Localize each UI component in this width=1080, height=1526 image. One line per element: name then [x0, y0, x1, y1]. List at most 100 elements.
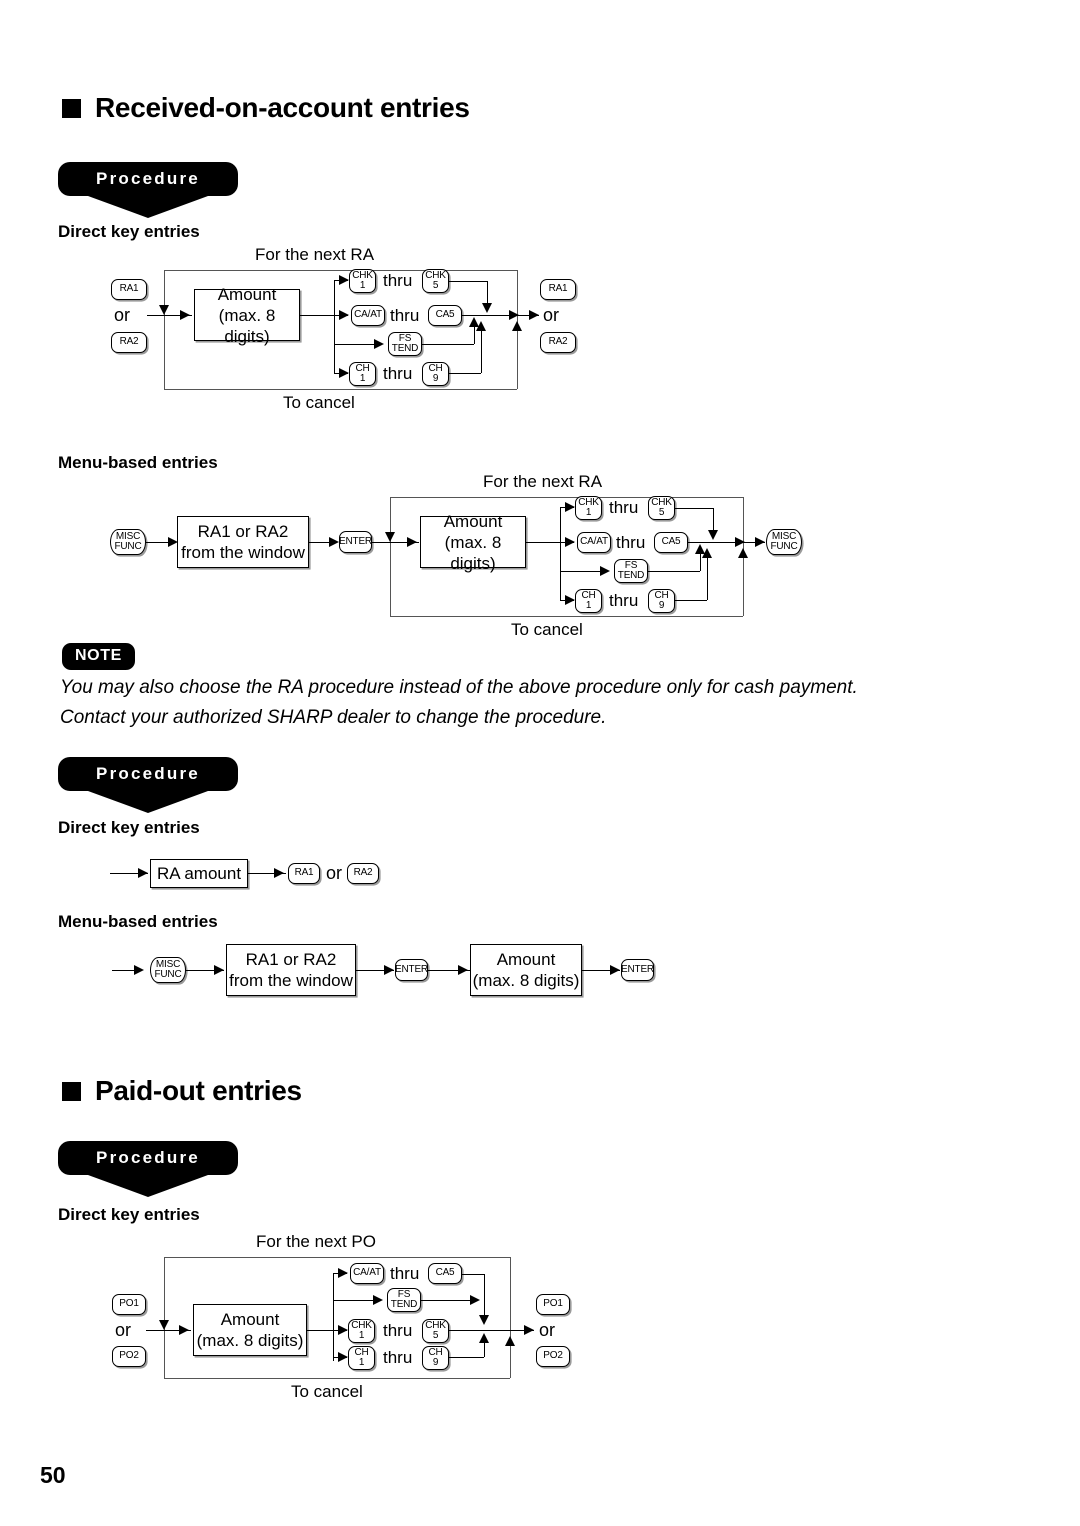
- key-po1-right: PO1: [536, 1294, 570, 1315]
- section-heading-paid-out: Paid-out entries: [62, 1075, 302, 1107]
- key-chk5-d1: CHK 5: [422, 269, 449, 293]
- procedure-badge-label-3: Procedure: [58, 1141, 238, 1175]
- key-po2-right: PO2: [536, 1346, 570, 1367]
- diagram5-row4-arrow-up: [478, 1333, 489, 1343]
- diagram4-arrow-4: [610, 964, 620, 975]
- diagram2-merge-arrow-up: [737, 548, 748, 558]
- diagram5-row4-arrowhead: [338, 1351, 348, 1362]
- key-ch9-d5: CH 9: [422, 1346, 449, 1370]
- diagram5-thru-row4: thru: [383, 1348, 413, 1367]
- diagram2-loop-top-label: For the next RA: [483, 472, 603, 491]
- note-text-line2: Contact your authorized SHARP dealer to …: [60, 707, 607, 728]
- subheading-direct-key-entries-1: Direct key entries: [58, 222, 200, 241]
- diagram-ra-menu-simple: MISC FUNC RA1 or RA2 from the window ENT…: [0, 940, 1080, 1010]
- procedure-badge-label-2: Procedure: [58, 757, 238, 791]
- diagram2-thru-row4: thru: [609, 591, 639, 610]
- diagram5-loop-top-label: For the next PO: [256, 1232, 376, 1251]
- diagram5-or-left: or: [115, 1320, 132, 1340]
- diagram4-arrow-3: [458, 964, 468, 975]
- diagram1-row1-out: [449, 281, 487, 282]
- diagram5-loop-top-line: [164, 1257, 510, 1258]
- diagram1-thru-row1: thru: [383, 271, 413, 290]
- diagram4-in-arrowhead: [134, 964, 144, 975]
- procedure-badge-tail: [88, 196, 208, 218]
- key-misc-func-right-d2: MISC FUNC: [766, 529, 802, 555]
- key-caat-d2: CA/AT: [577, 532, 611, 553]
- diagram2-row3-out: [648, 571, 700, 572]
- diagram4-arrow-2: [384, 964, 394, 975]
- diagram1-exit-arrowhead: [529, 309, 539, 320]
- key-ca5-d1: CA5: [428, 305, 462, 326]
- key-chk1-d5: CHK 1: [348, 1319, 375, 1343]
- key-misc-func-d4: MISC FUNC: [150, 957, 186, 983]
- diagram5-loop-bottom-line: [164, 1378, 510, 1379]
- diagram1-row3-arrowhead: [374, 338, 384, 349]
- diagram2-thru-row2: thru: [616, 533, 646, 552]
- key-ch1-d1: CH 1: [349, 362, 376, 386]
- key-ra2-d3: RA2: [347, 863, 379, 884]
- procedure-badge-2: Procedure: [58, 757, 238, 813]
- diagram5-thru-row3: thru: [383, 1321, 413, 1340]
- diagram2-row1-out: [675, 508, 713, 509]
- subheading-direct-key-entries-3: Direct key entries: [58, 1205, 200, 1224]
- subheading-direct-key-entries-2: Direct key entries: [58, 818, 200, 837]
- key-fs-tend-d5: FS TEND: [387, 1288, 421, 1312]
- diagram2-fanout-up: [560, 507, 561, 542]
- diagram1-loop-bottom-line: [164, 389, 517, 390]
- key-ch1-d2: CH 1: [575, 589, 602, 613]
- section-heading-received-on-account: Received-on-account entries: [62, 92, 470, 124]
- key-caat-d5: CA/AT: [350, 1263, 384, 1284]
- square-bullet-icon-2: [62, 1081, 81, 1101]
- key-misc-func-left-d2: MISC FUNC: [110, 529, 146, 555]
- key-caat-d1: CA/AT: [351, 305, 385, 326]
- diagram5-row3-out: [449, 1330, 510, 1331]
- box-ra-window-d2: RA1 or RA2 from the window: [177, 516, 309, 568]
- diagram1-row4-arrowhead: [339, 367, 349, 378]
- diagram-ra-direct-key-entries: For the next RA To cancel RA1 or RA2 Amo…: [0, 245, 1080, 420]
- diagram2-row2-arrowhead: [565, 536, 575, 547]
- box-ra-amount: RA amount: [150, 859, 248, 888]
- diagram5-entry-arrowhead: [179, 1324, 189, 1335]
- diagram2-exit-arrowhead: [755, 536, 765, 547]
- key-po2-left: PO2: [112, 1346, 146, 1367]
- diagram3-or: or: [326, 863, 343, 883]
- diagram5-row2-arrowhead: [373, 1294, 383, 1305]
- diagram2-thru-row1: thru: [609, 498, 639, 517]
- key-ch1-d5: CH 1: [348, 1346, 375, 1370]
- key-ca5-d2: CA5: [654, 532, 688, 553]
- diagram2-row1-arrowhead: [565, 501, 575, 512]
- diagram2-row4-arrow-up: [701, 548, 712, 558]
- diagram4-arrow-1: [214, 964, 224, 975]
- diagram1-loop-left-line: [164, 270, 165, 389]
- diagram5-row2-out-arrowhead: [470, 1294, 480, 1305]
- key-ra1-right: RA1: [540, 279, 576, 300]
- key-ra2-left: RA2: [111, 332, 147, 353]
- key-ch9-d1: CH 9: [422, 362, 449, 386]
- diagram1-row2-arrowhead: [339, 309, 349, 320]
- note-text-line1: You may also choose the RA procedure ins…: [60, 677, 858, 698]
- diagram1-thru-row4: thru: [383, 364, 413, 383]
- diagram2-row1-arrow-down: [707, 530, 718, 540]
- page-title-2: Paid-out entries: [95, 1075, 302, 1106]
- diagram1-row1-arrow-down: [481, 303, 492, 313]
- key-po1-left: PO1: [112, 1294, 146, 1315]
- box-amount-1: Amount (max. 8 digits): [194, 285, 300, 346]
- diagram5-merge-arrow-up: [504, 1336, 515, 1346]
- key-ca5-d5: CA5: [428, 1263, 462, 1284]
- diagram5-thru-row1: thru: [390, 1264, 420, 1283]
- diagram-ra-menu-based-entries: For the next RA To cancel MISC FUNC RA1 …: [0, 472, 1080, 647]
- diagram2-row4-arrowhead: [565, 594, 575, 605]
- diagram-po-direct-key-entries: For the next PO To cancel PO1 or PO2 Amo…: [0, 1230, 1080, 1410]
- diagram5-loop-left-line: [164, 1257, 165, 1378]
- diagram5-row1-out: [462, 1274, 484, 1275]
- diagram5-fanout-line: [307, 1330, 333, 1331]
- diagram2-row4-out: [675, 600, 707, 601]
- diagram2-loop-left-line: [390, 497, 391, 616]
- diagram1-entry-arrowhead: [180, 309, 190, 320]
- diagram2-row3-arrowhead: [600, 565, 610, 576]
- diagram1-or-left: or: [114, 305, 131, 325]
- diagram2-loop-bottom-label: To cancel: [511, 620, 583, 639]
- box-amount-3: Amount (max. 8 digits): [193, 1304, 307, 1356]
- diagram5-fanout-up: [333, 1273, 334, 1330]
- key-enter-2-d4: ENTER: [621, 959, 654, 981]
